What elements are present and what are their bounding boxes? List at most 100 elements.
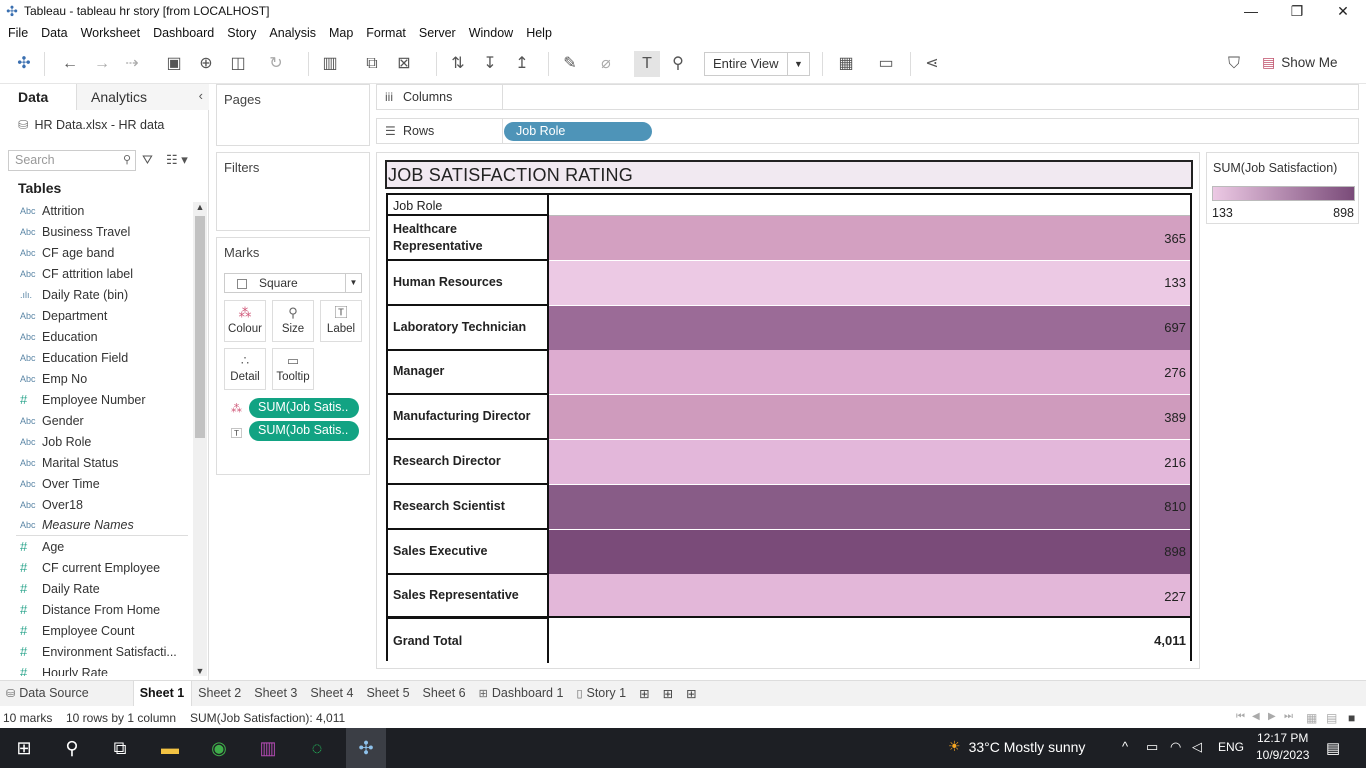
new-story-tab-icon[interactable]: ⊞ xyxy=(680,681,703,706)
field-item[interactable]: Abc Over Time xyxy=(16,473,188,494)
duplicate-sheet-icon[interactable]: ⧉ xyxy=(362,54,382,74)
datasource-item[interactable]: ⛁ HR Data.xlsx - HR data xyxy=(18,117,164,133)
show-mark-labels-icon[interactable]: T xyxy=(634,51,660,77)
field-item[interactable]: Abc Emp No xyxy=(16,368,188,389)
save-icon[interactable]: ▣ xyxy=(164,54,184,74)
colour-button[interactable]: ⁂ Colour xyxy=(224,300,266,342)
value-cell[interactable]: 697 xyxy=(549,305,1190,350)
battery-icon[interactable]: ▭ xyxy=(1146,739,1158,755)
menu-window[interactable]: Window xyxy=(463,26,520,40)
menu-worksheet[interactable]: Worksheet xyxy=(75,26,148,40)
presentation-mode-icon[interactable]: ▭ xyxy=(876,54,896,74)
search-input[interactable]: Search ⚲ xyxy=(8,150,136,171)
weather-widget[interactable]: ☀ 33°C Mostly sunny xyxy=(948,738,1085,755)
field-item[interactable]: Abc CF attrition label xyxy=(16,263,188,284)
field-item[interactable]: .ılı. Daily Rate (bin) xyxy=(16,284,188,305)
grand-total-value[interactable]: 4,011 xyxy=(549,618,1190,663)
show-cards-icon[interactable]: ▦ xyxy=(834,54,858,74)
group-members-icon[interactable]: ⌀ xyxy=(596,54,616,74)
field-item[interactable]: Abc Department xyxy=(16,305,188,326)
tab-story-1[interactable]: ▯ Story 1 xyxy=(570,681,633,706)
row-label[interactable]: Human Resources xyxy=(388,260,549,306)
job-role-header[interactable]: Job Role xyxy=(388,195,549,216)
tab-sheet-4[interactable]: Sheet 4 xyxy=(304,681,360,706)
field-item[interactable]: Abc Gender xyxy=(16,410,188,431)
tooltip-button[interactable]: ▭ Tooltip xyxy=(272,348,314,390)
clear-sheet-icon[interactable]: ⊠ xyxy=(394,54,414,74)
field-item[interactable]: Abc Marital Status xyxy=(16,452,188,473)
field-item[interactable]: # Daily Rate xyxy=(16,578,188,599)
tab-sheet-6[interactable]: Sheet 6 xyxy=(417,681,473,706)
menu-analysis[interactable]: Analysis xyxy=(263,26,323,40)
menu-server[interactable]: Server xyxy=(413,26,463,40)
tab-data[interactable]: Data xyxy=(0,84,76,110)
highlight-icon[interactable]: ✎ xyxy=(560,54,580,74)
volume-icon[interactable]: ◁ xyxy=(1192,739,1202,755)
menu-data[interactable]: Data xyxy=(35,26,74,40)
menu-dashboard[interactable]: Dashboard xyxy=(147,26,221,40)
data-pane-scrollbar[interactable]: ▲ ▼ xyxy=(193,202,207,676)
value-cell[interactable]: 276 xyxy=(549,350,1190,395)
field-item[interactable]: Abc Education Field xyxy=(16,347,188,368)
filters-card[interactable]: Filters xyxy=(216,152,370,231)
tabs-view-icon[interactable]: ■ xyxy=(1348,711,1355,725)
tab-sheet-3[interactable]: Sheet 3 xyxy=(248,681,304,706)
colour-measure-pill[interactable]: SUM(Job Satis.. xyxy=(249,398,359,418)
value-cell[interactable]: 227 xyxy=(549,574,1190,619)
new-dashboard-tab-icon[interactable]: ⊞ xyxy=(657,681,680,706)
row-label[interactable]: Healthcare Representative xyxy=(388,216,549,261)
field-item[interactable]: Abc Attrition xyxy=(16,200,188,221)
field-item[interactable]: Abc CF age band xyxy=(16,242,188,263)
size-button[interactable]: ⚲ Size xyxy=(272,300,314,342)
field-item[interactable]: # Environment Satisfacti... xyxy=(16,641,188,662)
label-button[interactable]: 🅃 Label xyxy=(320,300,362,342)
pages-card[interactable]: Pages xyxy=(216,84,370,146)
row-label[interactable]: Laboratory Technician xyxy=(388,305,549,351)
row-label[interactable]: Research Director xyxy=(388,440,549,485)
row-label[interactable]: Sales Executive xyxy=(388,529,549,575)
pause-updates-icon[interactable]: ◫ xyxy=(228,54,248,74)
clock[interactable]: 12:17 PM 10/9/2023 xyxy=(1256,730,1309,764)
show-me-button[interactable]: ▤ Show Me xyxy=(1262,54,1338,71)
swap-rows-columns-icon[interactable]: ⇅ xyxy=(448,54,468,74)
show-hidden-icons-icon[interactable]: ^ xyxy=(1122,739,1128,754)
field-item[interactable]: Abc Business Travel xyxy=(16,221,188,242)
search-icon[interactable]: ⚲ xyxy=(60,736,84,760)
value-cell[interactable]: 898 xyxy=(549,529,1190,574)
value-cell[interactable]: 216 xyxy=(549,440,1190,484)
next-page-icon[interactable]: ▶ xyxy=(1268,711,1276,722)
new-datasource-icon[interactable]: ⊕ xyxy=(196,54,216,74)
new-worksheet-tab-icon[interactable]: ⊞ xyxy=(633,681,656,706)
field-item[interactable]: Abc Over18 xyxy=(16,494,188,515)
filmstrip-icon[interactable]: ▤ xyxy=(1326,711,1337,725)
menu-map[interactable]: Map xyxy=(323,26,360,40)
row-label[interactable]: Manufacturing Director xyxy=(388,395,549,441)
row-label[interactable]: Manager xyxy=(388,350,549,396)
notifications-icon[interactable]: ▤ xyxy=(1326,739,1340,757)
columns-shelf[interactable]: iii Columns xyxy=(376,84,1359,110)
value-cell[interactable]: 389 xyxy=(549,395,1190,440)
field-item[interactable]: # Employee Number xyxy=(16,389,188,410)
fix-axes-icon[interactable]: ⚲ xyxy=(668,54,688,74)
mark-type-dropdown[interactable]: Square ▼ xyxy=(224,273,362,293)
tab-data-source[interactable]: ⛁ Data Source xyxy=(0,681,96,706)
tab-sheet-1[interactable]: Sheet 1 xyxy=(132,681,193,706)
last-page-icon[interactable]: ⏭ xyxy=(1284,711,1293,722)
refresh-icon[interactable]: ↻ xyxy=(266,54,286,74)
file-explorer-icon[interactable]: ▬ xyxy=(158,736,182,760)
value-cell[interactable]: 365 xyxy=(549,216,1190,260)
view-options-icon[interactable]: ☷ ▾ xyxy=(166,152,188,168)
windows-start-icon[interactable]: ⊞ xyxy=(12,736,36,760)
menu-story[interactable]: Story xyxy=(221,26,263,40)
share-icon[interactable]: ⋖ xyxy=(922,54,942,74)
sort-ascending-icon[interactable]: ↧ xyxy=(480,54,500,74)
menu-help[interactable]: Help xyxy=(520,26,559,40)
label-measure-pill[interactable]: SUM(Job Satis.. xyxy=(249,421,359,441)
field-item[interactable]: Abc Measure Names xyxy=(16,515,188,536)
row-label[interactable]: Research Scientist xyxy=(388,484,549,530)
tableau-home-icon[interactable]: ✣ xyxy=(14,54,34,74)
tab-analytics[interactable]: Analytics xyxy=(76,84,209,110)
row-label[interactable]: Sales Representative xyxy=(388,574,549,620)
undo-icon[interactable]: ← xyxy=(60,54,80,74)
winrar-icon[interactable]: ▥ xyxy=(256,736,280,760)
